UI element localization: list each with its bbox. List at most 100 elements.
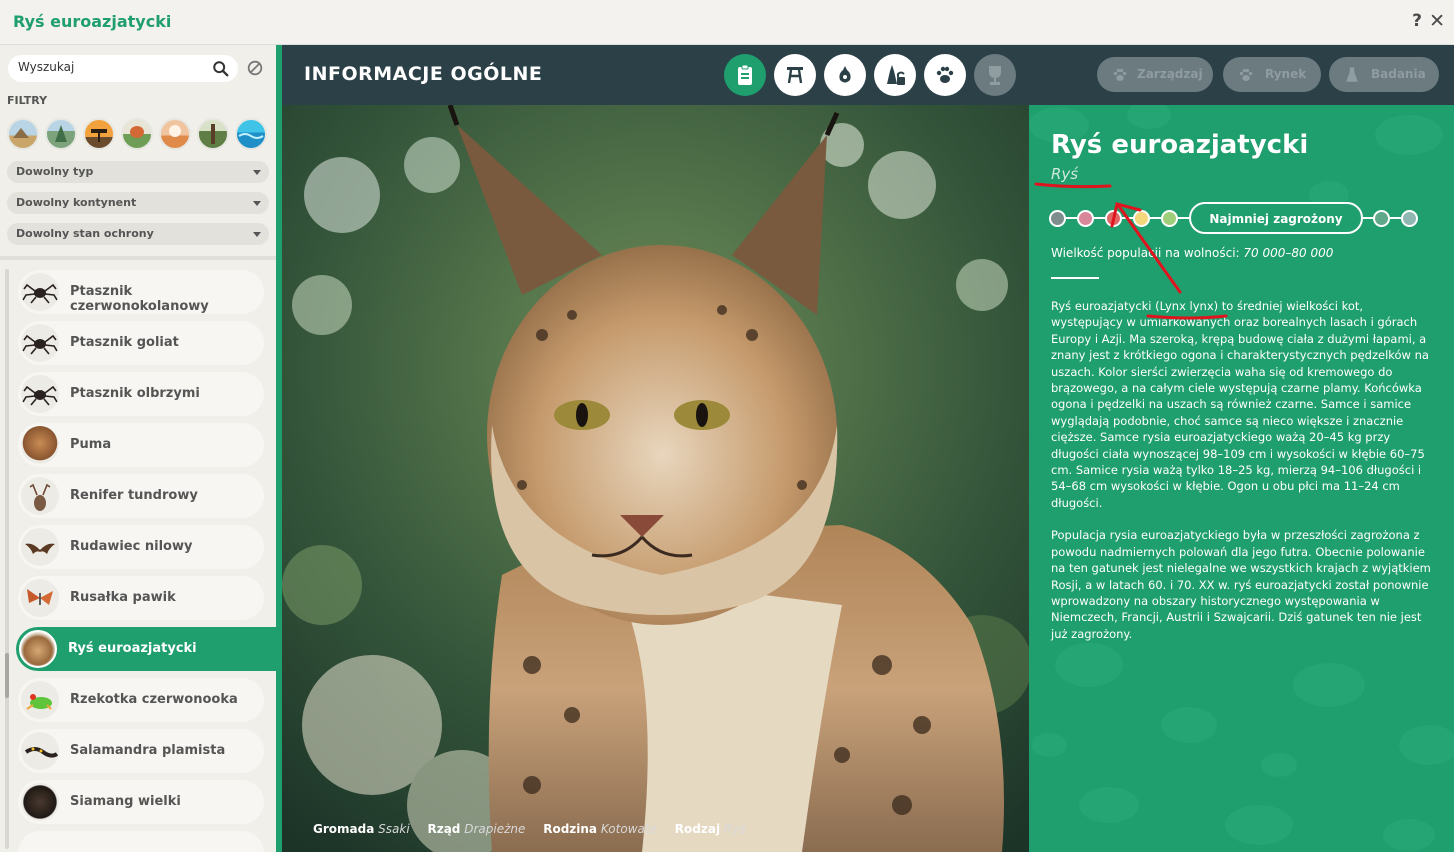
scrollbar-thumb[interactable]: [5, 653, 9, 698]
puma-icon: [21, 426, 59, 464]
info-panel: Ryś euroazjatycki Ryś Najmniej zagrożony…: [1029, 105, 1454, 852]
status-dot: [1373, 210, 1390, 227]
divider: [1051, 277, 1099, 279]
manage-button-label: Zarządzaj: [1137, 67, 1203, 81]
desert-icon[interactable]: [7, 118, 39, 150]
taxonomy-order: Rząd Drapieżne: [427, 822, 526, 836]
reindeer-icon: [21, 477, 59, 515]
scale-connector: [1150, 217, 1161, 219]
list-item[interactable]: Renifer tundrowy: [18, 474, 264, 518]
close-icon[interactable]: ✕: [1429, 10, 1445, 32]
tab-enrichment[interactable]: [824, 54, 866, 96]
list-item[interactable]: Ptasznik goliat: [18, 321, 264, 365]
status-dot: [1105, 210, 1122, 227]
market-button[interactable]: Rynek: [1223, 57, 1321, 92]
biome-filter-row: [7, 118, 273, 150]
help-icon[interactable]: ?: [1412, 11, 1422, 31]
tropical-icon[interactable]: [121, 118, 153, 150]
savanna-icon[interactable]: [83, 118, 115, 150]
taxonomy-class: Gromada Ssaki: [313, 822, 410, 836]
bat-icon: [21, 528, 59, 566]
trophy-icon: [989, 66, 1001, 85]
tab-welfare[interactable]: [874, 54, 916, 96]
type-dropdown[interactable]: Dowolny typ: [7, 161, 269, 183]
taxonomy-genus: Rodzaj Ryś: [674, 822, 746, 836]
taxonomy-bar: Gromada Ssaki Rząd Drapieżne Rodzina Kot…: [313, 822, 760, 836]
habitat-icon: [787, 67, 803, 84]
chevron-down-icon: [253, 170, 261, 175]
list-item[interactable]: Salamandra plamista: [18, 729, 264, 773]
paw-icon: [936, 66, 954, 83]
title-bar: Ryś euroazjatycki ? ✕: [0, 0, 1454, 45]
scrollbar-track[interactable]: [5, 269, 9, 849]
list-item[interactable]: Rusałka pawik: [18, 576, 264, 620]
paw-icon: [1113, 68, 1127, 81]
population-label: Wielkość populacji na wolności:: [1051, 246, 1240, 260]
list-item[interactable]: Ptasznik olbrzymi: [18, 372, 264, 416]
continent-dropdown[interactable]: Dowolny kontynent: [7, 192, 269, 214]
search-input[interactable]: [18, 60, 203, 74]
aquatic-icon[interactable]: [235, 118, 267, 150]
list-item[interactable]: Puma: [18, 423, 264, 467]
species-name: Ryś euroazjatycki: [1051, 130, 1309, 160]
list-item-selected[interactable]: Ryś euroazjatycki: [16, 627, 282, 671]
scale-connector: [1066, 217, 1077, 219]
list-item-label: Rzekotka czerwonooka: [70, 692, 238, 707]
grassland-icon[interactable]: [159, 118, 191, 150]
scale-connector: [1094, 217, 1105, 219]
tab-animals[interactable]: [924, 54, 966, 96]
list-item[interactable]: Rudawiec nilowy: [18, 525, 264, 569]
salamander-icon: [21, 732, 59, 770]
population-info: Wielkość populacji na wolności: 70 000–8…: [1051, 246, 1333, 260]
status-label: Najmniej zagrożony: [1209, 212, 1343, 226]
spider-icon: [21, 375, 59, 413]
gibbon-icon: [21, 783, 59, 821]
conservation-dropdown[interactable]: Dowolny stan ochrony: [7, 223, 269, 245]
list-item[interactable]: Ptasznik czerwonokolanowy: [18, 270, 264, 314]
chevron-down-icon: [253, 201, 261, 206]
list-item-label: Siamang wielki: [70, 794, 181, 809]
research-button-label: Badania: [1371, 67, 1426, 81]
taiga-icon[interactable]: [45, 118, 77, 150]
scale-connector: [1122, 217, 1133, 219]
list-item-label: Renifer tundrowy: [70, 488, 198, 503]
lynx-icon: [19, 630, 57, 668]
main-header: INFORMACJE OGÓLNE Zarządzaj Rynek Badani…: [282, 45, 1454, 105]
list-item-label: Salamandra plamista: [70, 743, 226, 758]
conservation-status-scale: Najmniej zagrożony: [1049, 202, 1439, 234]
list-item[interactable]: [18, 831, 264, 852]
filters-label: FILTRY: [7, 94, 48, 107]
butterfly-icon: [21, 579, 59, 617]
temperate-icon[interactable]: [197, 118, 229, 150]
continent-dropdown-label: Dowolny kontynent: [16, 196, 137, 209]
search-box[interactable]: [8, 55, 238, 82]
scale-connector: [1363, 217, 1373, 219]
list-item-label: Puma: [70, 437, 112, 452]
chevron-down-icon: [253, 232, 261, 237]
tab-trophy[interactable]: [974, 54, 1016, 96]
research-button[interactable]: Badania: [1329, 57, 1439, 92]
paw-icon: [1239, 68, 1253, 81]
description-paragraph: Ryś euroazjatycki (Lynx lynx) to średnie…: [1051, 299, 1429, 510]
list-item-label: Ptasznik olbrzymi: [70, 386, 200, 401]
animal-photo: [282, 105, 1029, 852]
scale-connector: [1178, 217, 1189, 219]
status-dot: [1133, 210, 1150, 227]
search-icon[interactable]: [212, 60, 230, 78]
list-item[interactable]: Rzekotka czerwonooka: [18, 678, 264, 722]
conservation-dropdown-label: Dowolny stan ochrony: [16, 227, 154, 240]
type-dropdown-label: Dowolny typ: [16, 165, 94, 178]
tab-habitat[interactable]: [774, 54, 816, 96]
window-title: Ryś euroazjatycki: [13, 12, 172, 31]
status-dot: [1401, 210, 1418, 227]
list-item-label: Ryś euroazjatycki: [68, 641, 197, 656]
list-item-label: Rusałka pawik: [70, 590, 176, 605]
manage-button[interactable]: Zarządzaj: [1097, 57, 1213, 92]
clear-filter-icon[interactable]: [246, 59, 264, 77]
status-badge: Najmniej zagrożony: [1189, 202, 1363, 234]
tab-info[interactable]: [724, 54, 766, 96]
enrichment-icon: [839, 66, 851, 83]
clipboard-icon: [738, 64, 752, 85]
list-item[interactable]: Siamang wielki: [18, 780, 264, 824]
list-item-label: Ptasznik czerwonokolanowy: [70, 284, 209, 314]
